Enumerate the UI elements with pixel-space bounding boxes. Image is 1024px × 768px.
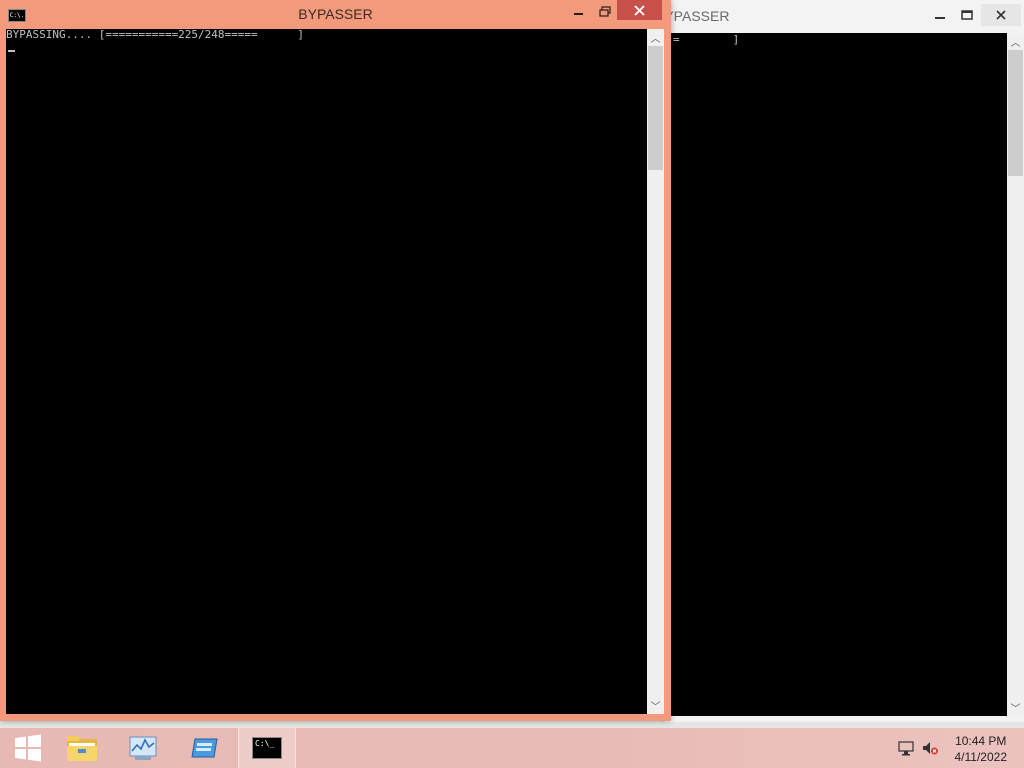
- server-manager-icon: [191, 738, 218, 758]
- restore-button[interactable]: [593, 0, 617, 22]
- performance-monitor-taskbar-button[interactable]: [115, 728, 171, 768]
- foreground-console-window[interactable]: C:\. BYPASSER BYPASSING.... [===========…: [0, 0, 671, 721]
- close-button[interactable]: [981, 4, 1021, 26]
- minimize-icon: [574, 13, 583, 15]
- clock-date: 4/11/2022: [954, 750, 1008, 764]
- scrollbar-thumb[interactable]: [648, 46, 663, 170]
- close-icon: [996, 10, 1006, 20]
- network-tray-button[interactable]: [896, 728, 916, 768]
- volume-muted-icon: [923, 742, 938, 755]
- scroll-up-arrow-icon[interactable]: ︿: [647, 29, 664, 46]
- desktop: BYPASSER = ] ︿ ﹀ C:\. BYPASSER BYPASSING…: [0, 0, 1024, 768]
- foreground-titlebar[interactable]: C:\. BYPASSER: [0, 0, 671, 29]
- command-prompt-icon: C:\_: [252, 737, 282, 759]
- minimize-button[interactable]: [567, 0, 591, 22]
- close-button[interactable]: [617, 0, 662, 20]
- file-explorer-taskbar-button[interactable]: [54, 728, 110, 768]
- restore-icon: [599, 5, 611, 17]
- text-cursor: [8, 50, 15, 52]
- close-icon: [634, 4, 645, 16]
- performance-monitor-icon: [129, 736, 157, 760]
- background-console-line: = ]: [673, 33, 740, 46]
- command-prompt-icon-label: C:\_: [255, 739, 275, 748]
- minimize-button[interactable]: [929, 4, 951, 26]
- taskbar: C:\_ 10:44 PM 4/11/2022: [0, 728, 1024, 768]
- scroll-down-arrow-icon[interactable]: ﹀: [647, 697, 664, 714]
- system-clock[interactable]: 10:44 PM 4/11/2022: [955, 733, 1008, 765]
- background-console-window[interactable]: BYPASSER = ] ︿ ﹀: [655, 0, 1024, 722]
- scroll-up-arrow-icon[interactable]: ︿: [1007, 33, 1024, 50]
- background-console-output[interactable]: = ]: [663, 33, 1007, 716]
- start-icon: [15, 734, 41, 762]
- scrollbar-thumb[interactable]: [1008, 50, 1023, 176]
- start-button[interactable]: [0, 728, 56, 768]
- volume-tray-button[interactable]: [920, 728, 940, 768]
- vertical-scrollbar[interactable]: ︿ ﹀: [647, 29, 664, 714]
- maximize-button[interactable]: [956, 4, 978, 26]
- background-titlebar[interactable]: BYPASSER: [655, 0, 1024, 33]
- network-icon: [898, 741, 914, 756]
- file-explorer-icon: [67, 736, 97, 761]
- console-progress-line: BYPASSING.... [===========225/248===== ]: [6, 29, 305, 41]
- clock-time: 10:44 PM: [955, 734, 1007, 748]
- background-vertical-scrollbar[interactable]: ︿ ﹀: [1007, 33, 1024, 716]
- server-manager-taskbar-button[interactable]: [177, 728, 233, 768]
- scroll-down-arrow-icon[interactable]: ﹀: [1007, 699, 1024, 716]
- console-output[interactable]: BYPASSING.... [===========225/248===== ]: [6, 29, 647, 714]
- command-prompt-taskbar-button[interactable]: C:\_: [238, 728, 296, 768]
- minimize-icon: [935, 17, 945, 19]
- maximize-icon: [961, 10, 973, 20]
